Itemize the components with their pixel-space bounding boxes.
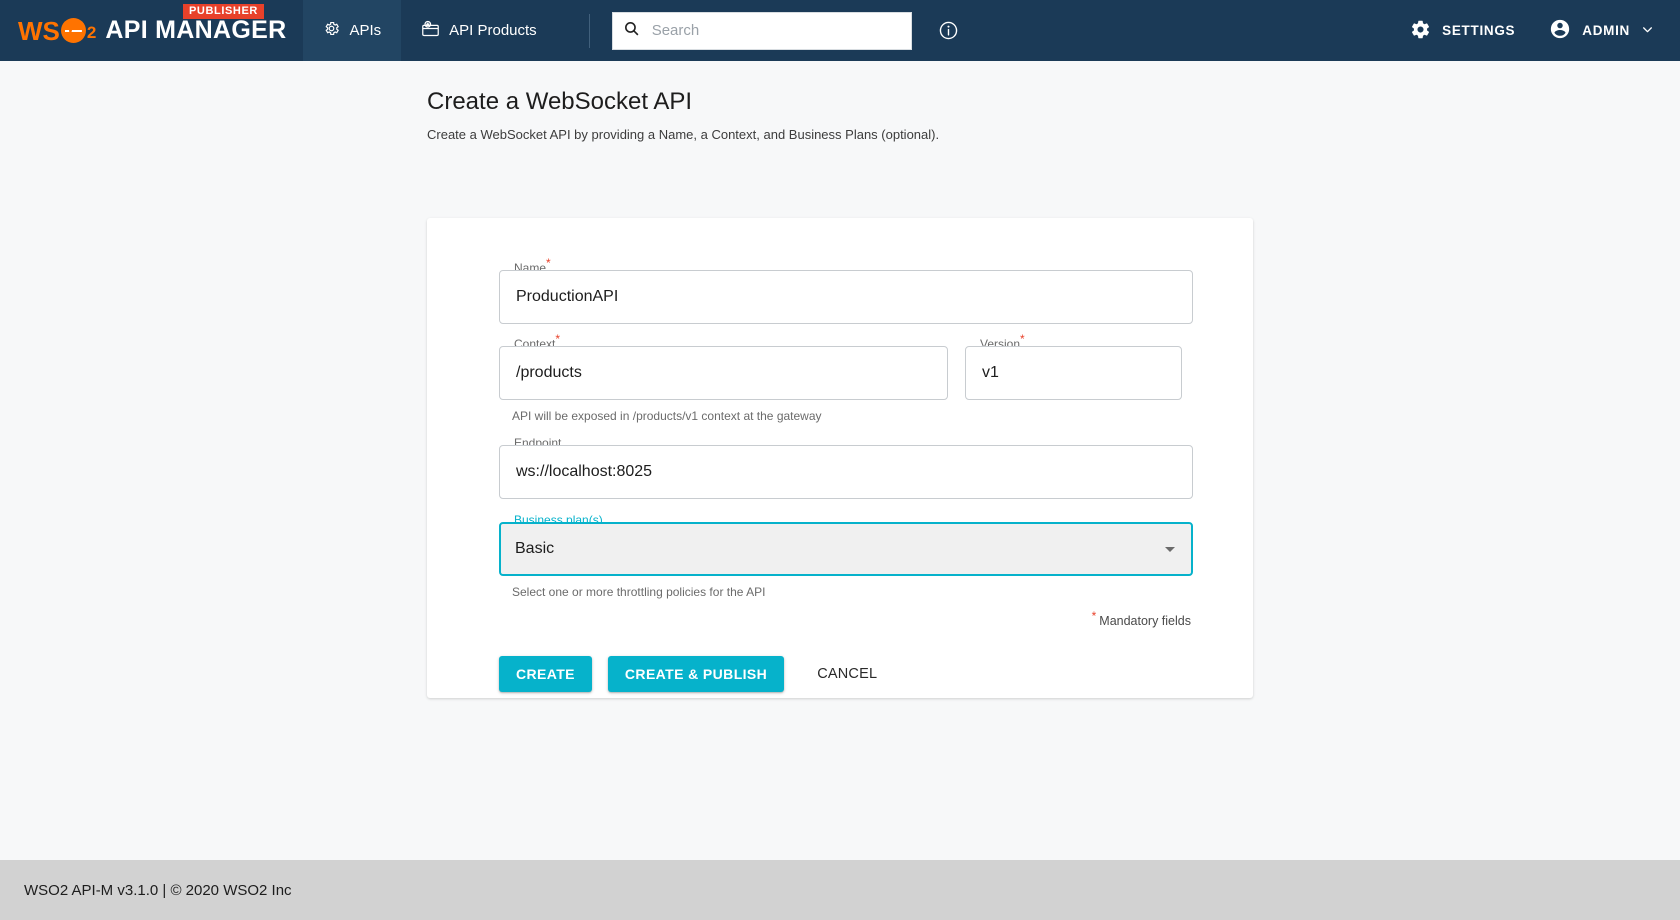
gear-api-icon <box>323 20 340 41</box>
settings-button[interactable]: SETTINGS <box>1410 19 1515 43</box>
endpoint-field[interactable]: Endpoint <box>499 437 1193 499</box>
settings-label: SETTINGS <box>1442 23 1516 38</box>
name-field[interactable]: Name* <box>499 257 1193 324</box>
brand-logo-area[interactable]: WS 2 API MANAGER PUBLISHER <box>0 0 303 61</box>
gear-icon <box>1410 19 1431 43</box>
nav-item-api-products[interactable]: API Products <box>401 0 557 61</box>
required-asterisk: * <box>546 256 551 270</box>
publisher-badge: PUBLISHER <box>183 4 264 19</box>
nav-item-apis-label: APIs <box>349 22 382 39</box>
search-divider <box>588 13 590 48</box>
page-title: Create a WebSocket API <box>427 88 693 115</box>
business-plans-field[interactable]: Business plan(s) Basic <box>499 514 1193 576</box>
form-actions: CREATE CREATE & PUBLISH CANCEL <box>499 656 1193 692</box>
search-icon <box>623 20 640 42</box>
version-column: Version* <box>965 333 1182 423</box>
page-content: Create a WebSocket API Create a WebSocke… <box>0 61 1680 920</box>
cancel-button[interactable]: CANCEL <box>800 656 894 692</box>
search-input[interactable] <box>649 21 901 40</box>
info-icon[interactable] <box>938 20 959 41</box>
logo-o-mark <box>60 18 86 43</box>
required-asterisk: * <box>1020 332 1025 346</box>
create-button[interactable]: CREATE <box>499 656 592 692</box>
nav-item-apis[interactable]: APIs <box>303 0 402 61</box>
account-circle-icon <box>1549 18 1571 43</box>
endpoint-input[interactable] <box>514 462 1178 482</box>
version-input[interactable] <box>980 363 1167 383</box>
context-helper-text: API will be exposed in /products/v1 cont… <box>512 409 822 423</box>
wso2-logo: WS 2 <box>18 18 96 44</box>
business-plans-helper-text: Select one or more throttling policies f… <box>512 585 766 599</box>
footer: WSO2 API-M v3.1.0 | © 2020 WSO2 Inc <box>0 860 1680 920</box>
version-field[interactable]: Version* <box>965 333 1182 400</box>
business-plans-selected-value: Basic <box>515 540 555 557</box>
nav-item-api-products-label: API Products <box>449 22 537 39</box>
page-subtitle: Create a WebSocket API by providing a Na… <box>427 126 940 142</box>
chevron-down-icon[interactable] <box>1165 546 1175 552</box>
create-api-form-card: Name* Context* API will be exposed in /p… <box>427 218 1253 698</box>
mandatory-fields-note: * Mandatory fields <box>499 610 1193 628</box>
topbar-right-actions: SETTINGS ADMIN <box>1410 0 1680 61</box>
required-asterisk: * <box>1091 608 1097 623</box>
footer-text: WSO2 API-M v3.1.0 | © 2020 WSO2 Inc <box>24 881 292 899</box>
required-asterisk: * <box>555 332 561 346</box>
logo-subscript-2: 2 <box>86 22 97 42</box>
brand-title: API MANAGER <box>105 16 287 44</box>
name-input[interactable] <box>514 287 1178 307</box>
chevron-down-icon <box>1641 23 1654 39</box>
top-navigation-bar: WS 2 API MANAGER PUBLISHER APIs API Prod… <box>0 0 1680 61</box>
context-input[interactable] <box>514 363 933 383</box>
search-box[interactable] <box>611 11 912 50</box>
admin-menu[interactable]: ADMIN <box>1549 18 1654 43</box>
logo-ws-text: WS <box>18 15 60 46</box>
endpoint-field-outline[interactable] <box>499 445 1193 499</box>
admin-label: ADMIN <box>1582 23 1630 38</box>
page-header: Create a WebSocket API Create a WebSocke… <box>0 61 1680 142</box>
mandatory-fields-label: Mandatory fields <box>1099 614 1191 628</box>
create-and-publish-button[interactable]: CREATE & PUBLISH <box>607 656 785 692</box>
search-area <box>588 0 959 61</box>
main-nav: APIs API Products <box>303 0 556 61</box>
version-field-outline[interactable] <box>965 346 1182 400</box>
context-field[interactable]: Context* <box>499 333 948 400</box>
create-api-form: Name* Context* API will be exposed in /p… <box>427 218 1253 692</box>
context-version-row: Context* API will be exposed in /product… <box>499 333 1193 423</box>
api-products-icon <box>421 20 440 41</box>
name-field-outline[interactable] <box>499 270 1193 324</box>
context-column: Context* API will be exposed in /product… <box>499 333 948 423</box>
context-field-outline[interactable] <box>499 346 948 400</box>
business-plans-select[interactable]: Basic <box>499 522 1193 576</box>
